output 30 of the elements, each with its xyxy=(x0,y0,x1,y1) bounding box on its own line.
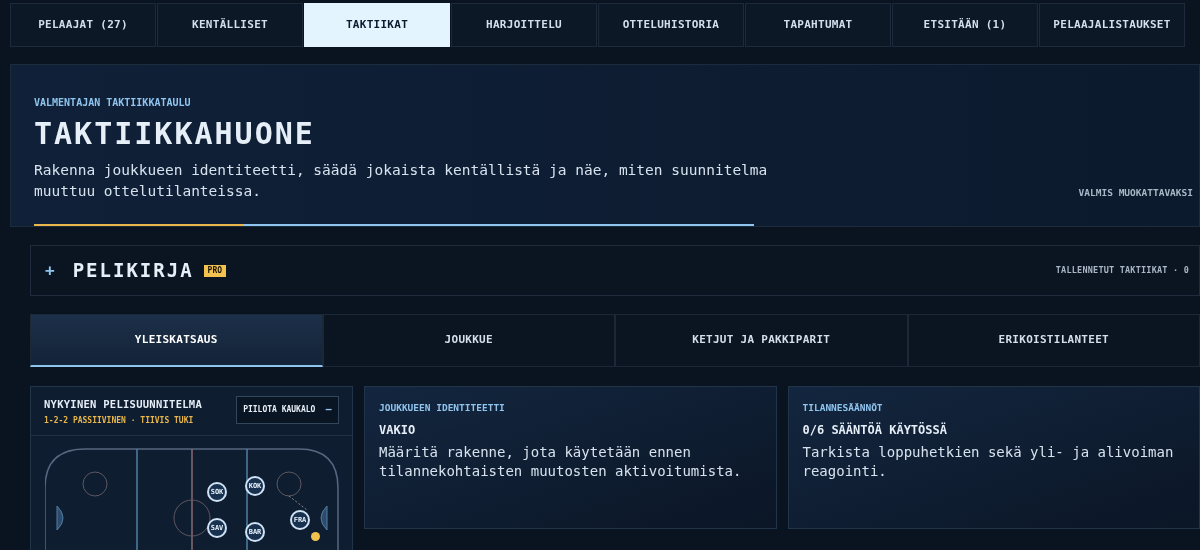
hide-rink-button[interactable]: PIILOTA KAUKALO − xyxy=(236,396,339,424)
playbook-icon: + xyxy=(45,258,55,283)
nav-tab[interactable]: PELAAJAT (27) xyxy=(10,3,156,47)
nav-tab[interactable]: HARJOITTELU xyxy=(451,3,597,47)
saved-count: TALLENNETUT TAKTIIKAT · 0 xyxy=(1055,264,1189,277)
plan-subtitle: 1-2-2 PASSIIVINEN · TIIVIS TUKI xyxy=(44,414,195,427)
section-tab[interactable]: YLEISKATSAUS xyxy=(30,314,323,367)
card-text: Tarkista loppuhetkien sekä yli- ja alivoiman reagointi. xyxy=(802,443,1175,482)
plan-title: NYKYINEN PELISUUNNITELMA xyxy=(44,397,203,412)
section-tab[interactable]: JOUKKUE xyxy=(322,314,615,367)
card-title: 0/6 SÄÄNTÖÄ KÄYTÖSSÄ xyxy=(802,421,948,440)
section-tab[interactable]: ERIKOISTILANTEET xyxy=(907,314,1200,367)
playbook-title: PELIKIRJA xyxy=(72,258,194,284)
nav-tab[interactable]: OTTELUHISTORIA xyxy=(598,3,744,47)
pro-badge: PRO xyxy=(203,264,227,277)
status-label: VALMIS MUOKATTAVAKSI xyxy=(1078,185,1193,200)
nav-tab[interactable]: PELAAJALISTAUKSET xyxy=(1039,3,1185,47)
nav-tab[interactable]: ETSITÄÄN (1) xyxy=(892,3,1038,47)
card-eyebrow: TILANNESÄÄNNÖT xyxy=(802,401,884,415)
card-text: Määritä rakenne, jota käytetään ennen tilannekohtaisten muutosten aktivoitumista. xyxy=(379,443,743,482)
section-tab[interactable]: KETJUT JA PAKKIPARIT xyxy=(615,314,908,367)
hero-eyebrow: VALMENTAJAN TAKTIIKKATAULU xyxy=(34,96,192,110)
nav-tab[interactable]: KENTÄLLISET xyxy=(157,3,303,47)
card-eyebrow: JOUKKUEEN IDENTITEETTI xyxy=(379,401,506,415)
hero-description: Rakenna joukkueen identiteetti, säädä jokaista kentällistä ja näe, miten suunnitelma muuttuu ottelutilanteissa. xyxy=(34,161,769,201)
nav-tab[interactable]: TAKTIIKAT xyxy=(304,3,450,47)
card-title: VAKIO xyxy=(379,422,417,440)
nav-tab[interactable]: TAPAHTUMAT xyxy=(745,3,891,47)
puck-icon xyxy=(311,531,320,541)
hero-title: TAKTIIKKAHUONE xyxy=(34,115,316,153)
